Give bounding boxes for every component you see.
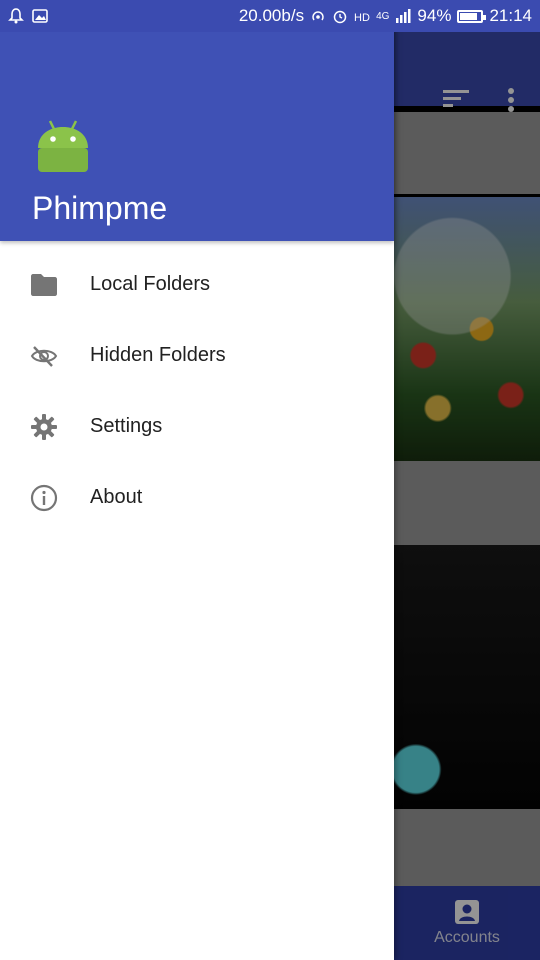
battery-percent: 94% [417,6,452,25]
navigation-drawer: Phimpme Local Folders Hidden Folders Set… [0,0,394,960]
info-icon [30,484,58,512]
menu-item-about[interactable]: About [0,462,394,533]
hd-call-icon: HD [354,12,370,24]
app-name: Phimpme [32,190,168,226]
android-logo-icon [38,120,88,172]
eye-off-icon [30,342,58,370]
network-speed: 20.00b/s [238,6,305,25]
menu-item-label: Local Folders [90,273,211,295]
menu-item-label: About [90,486,143,508]
svg-text:HD: HD [354,12,370,24]
notification-bell-icon [8,8,24,24]
hotspot-icon [312,11,324,21]
battery-icon [457,9,487,23]
clock: 21:14 [489,6,532,25]
menu-item-hidden-folders[interactable]: Hidden Folders [0,320,394,391]
alarm-icon [333,10,347,24]
menu-item-local-folders[interactable]: Local Folders [0,249,394,320]
drawer-menu: Local Folders Hidden Folders Settings Ab… [0,249,394,533]
image-icon [32,9,48,23]
status-bar: 20.00b/s HD 4G 94% 21:14 [0,0,540,32]
menu-item-label: Settings [90,415,163,437]
menu-item-label: Hidden Folders [90,344,226,366]
folder-icon [30,271,58,299]
gear-icon [30,413,58,441]
drawer-header: Phimpme [0,0,394,241]
network-type: 4G [376,10,390,22]
signal-icon [396,9,411,23]
menu-item-settings[interactable]: Settings [0,391,394,462]
